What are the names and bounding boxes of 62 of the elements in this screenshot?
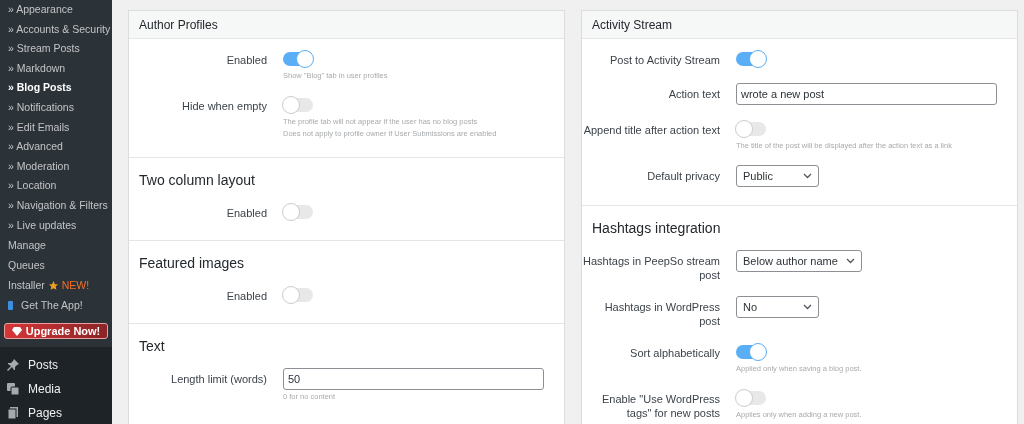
- sidebar-link[interactable]: » Blog Posts: [8, 78, 112, 98]
- toggle-switch[interactable]: [736, 391, 766, 405]
- setting-label: Post to Activity Stream: [608, 53, 720, 68]
- setting-label: Sort alphabetically: [629, 346, 720, 361]
- sidebar-link[interactable]: » Advanced: [8, 137, 112, 157]
- sidebar-link[interactable]: » Live updates: [8, 215, 112, 236]
- star-icon: [47, 279, 59, 291]
- toggle-switch[interactable]: [736, 52, 766, 66]
- sidebar-link[interactable]: Queues: [8, 255, 45, 276]
- toggle-switch[interactable]: [283, 52, 313, 66]
- setting-label: Hide when empty: [181, 99, 267, 114]
- sidebar-link[interactable]: » Navigation & Filters: [8, 195, 112, 216]
- menu-item[interactable]: Posts: [0, 353, 112, 378]
- sidebar-link[interactable]: » Moderation: [8, 156, 112, 177]
- toggle-switch[interactable]: [283, 98, 313, 112]
- sidebar-link[interactable]: » Appearance: [8, 0, 112, 20]
- sidebar-link[interactable]: Installer: [8, 275, 45, 296]
- sidebar-link[interactable]: » Stream Posts: [8, 39, 112, 59]
- setting-label: Length limit (words): [170, 372, 267, 387]
- new-label: NEW!: [61, 278, 90, 294]
- toggle-switch[interactable]: [283, 288, 313, 302]
- dropdown[interactable]: Below author name: [736, 250, 862, 272]
- section-heading: Featured images: [138, 255, 246, 273]
- setting-label: Append title after action text: [582, 123, 720, 138]
- section-heading: Two column layout: [138, 172, 256, 190]
- menu-item[interactable]: Pages: [0, 401, 112, 424]
- dropdown[interactable]: Public: [736, 165, 819, 187]
- caret-icon: [803, 173, 812, 179]
- setting-label: Enabled: [225, 289, 267, 304]
- setting-label: Hashtags in PeepSo stream post: [582, 254, 720, 282]
- setting-label: Enable "Use WordPress tags" for new posts: [600, 392, 720, 420]
- pin-icon: [6, 358, 20, 373]
- dropdown[interactable]: No: [736, 296, 819, 318]
- section-heading: Hashtags integration: [591, 220, 722, 238]
- setting-label: Enabled: [225, 53, 267, 68]
- toggle-switch[interactable]: [283, 205, 313, 219]
- toggle-switch[interactable]: [736, 345, 766, 359]
- phone-icon: [8, 300, 13, 310]
- setting-label: Enabled: [225, 206, 267, 221]
- setting-label: Action text: [667, 87, 720, 102]
- text-field[interactable]: wrote a new post: [736, 83, 997, 105]
- media-icon: [6, 382, 20, 397]
- sidebar-link[interactable]: Get The App!: [21, 295, 83, 316]
- sidebar-link[interactable]: » Markdown: [8, 58, 112, 79]
- caret-icon: [845, 258, 855, 264]
- toggle-switch[interactable]: [736, 122, 766, 136]
- text-field[interactable]: 50: [283, 368, 544, 390]
- panel-title: Activity Stream: [582, 11, 1017, 39]
- diamond-icon: [11, 326, 22, 336]
- upgrade-button[interactable]: Upgrade Now!: [4, 323, 108, 340]
- setting-label: Default privacy: [646, 169, 720, 184]
- setting-label: Hashtags in WordPress post: [603, 300, 720, 328]
- caret-icon: [803, 304, 812, 310]
- sidebar-link[interactable]: » Location: [8, 176, 112, 196]
- section-heading: Text: [138, 338, 166, 356]
- menu-item[interactable]: Media: [0, 377, 112, 402]
- sidebar-link[interactable]: » Notifications: [8, 97, 112, 118]
- sidebar-link[interactable]: Manage: [8, 235, 46, 256]
- panel-title: Author Profiles: [129, 11, 564, 39]
- sidebar-link[interactable]: » Accounts & Security: [8, 19, 112, 40]
- pages-icon: [6, 406, 20, 421]
- sidebar-link[interactable]: » Edit Emails: [8, 117, 112, 138]
